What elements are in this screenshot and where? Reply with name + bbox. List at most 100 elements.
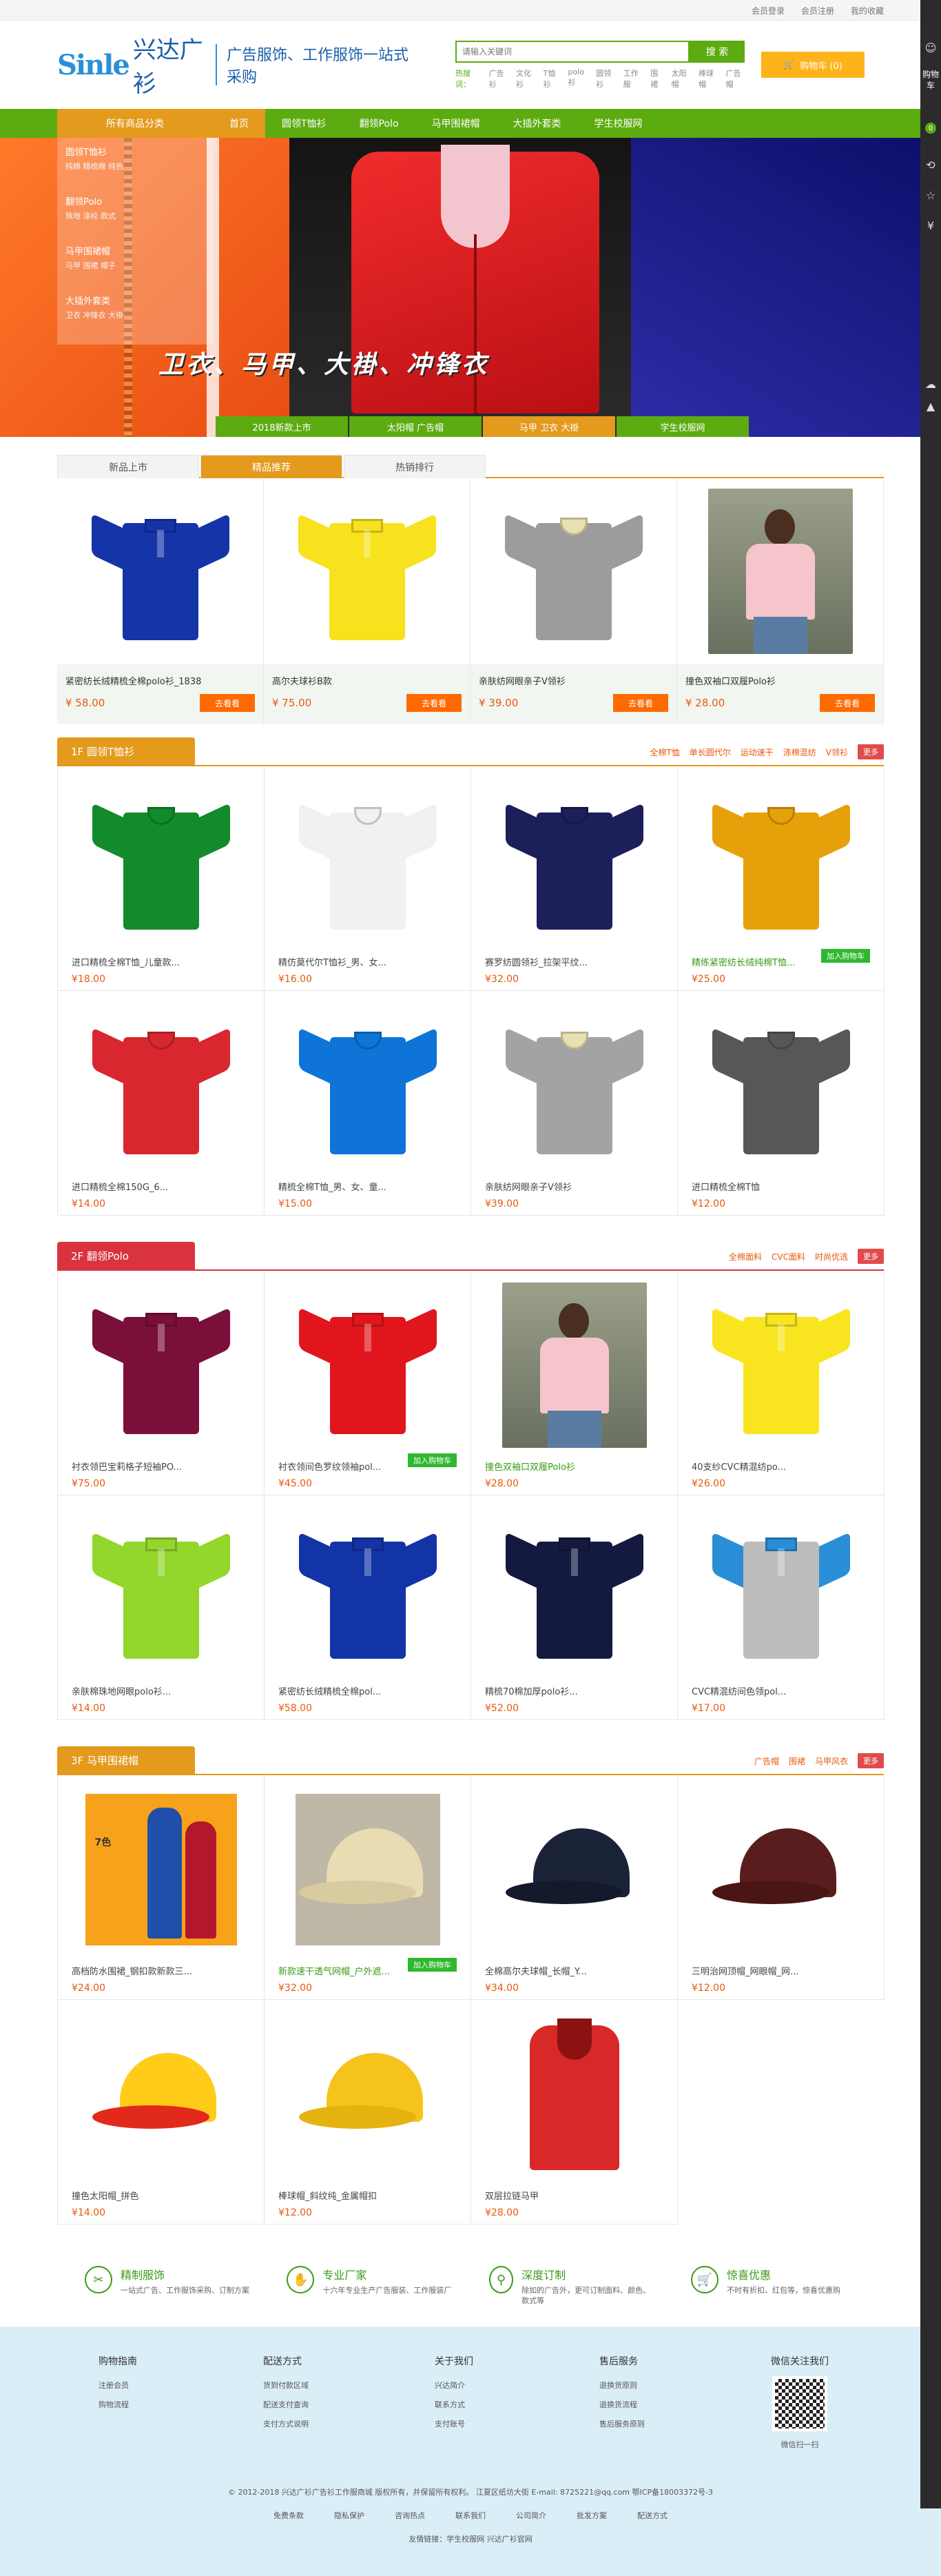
product-card[interactable]: 40支纱CVC精混纺po... ¥26.00 [678, 1271, 885, 1495]
tab-recommended[interactable]: 精品推荐 [200, 455, 342, 478]
floor-link[interactable]: 时尚优选 [815, 1251, 848, 1263]
footer-link[interactable]: 购物流程 [99, 2395, 137, 2415]
bottom-link[interactable]: 联系我们 [455, 2510, 486, 2521]
footer-link[interactable]: 退换货原则 [599, 2376, 645, 2395]
banner-tab[interactable]: 2018新款上市 [216, 416, 348, 437]
category-item[interactable]: 马甲围裙帽 马甲 围裙 帽子 [57, 237, 213, 287]
footer-link[interactable]: 支付账号 [435, 2415, 473, 2434]
bottom-link[interactable]: 批发方案 [577, 2510, 607, 2521]
product-card[interactable]: 精仿莫代尔T恤衫_男、女... ¥16.00 [265, 766, 471, 991]
product-name[interactable]: 三明治网顶帽_网眼帽_网... [692, 1964, 870, 1977]
nav-item-home[interactable]: 首页 [213, 109, 265, 138]
star-icon[interactable]: ☆ [920, 189, 941, 202]
product-name[interactable]: 精梳全棉T恤_男、女、童... [278, 1180, 457, 1193]
product-card[interactable]: 撞色双袖口双履Polo衫 ¥ 28.00 去看看 [677, 478, 884, 724]
product-name[interactable]: 40支纱CVC精混纺po... [692, 1460, 870, 1473]
hero-banner[interactable]: 卫衣、马甲、大褂、冲锋衣 圆领T恤衫 纯棉 精梳棉 纯色 翻领Polo 珠地 涤纶 … [0, 138, 941, 437]
floor-link[interactable]: 马甲风衣 [815, 1755, 848, 1767]
view-button[interactable]: 去看看 [613, 694, 668, 712]
product-card[interactable]: 撞色双袖口双履Polo衫 ¥28.00 [471, 1271, 678, 1495]
product-card[interactable]: 精练紧密纺长绒纯棉T恤... ¥25.00 加入购物车 [678, 766, 885, 991]
product-card[interactable]: 衬衣领间色罗纹领袖pol... ¥45.00 加入购物车 [265, 1271, 471, 1495]
hot-word[interactable]: 工作服 [623, 68, 642, 90]
product-name[interactable]: 进口精梳全棉T恤 [692, 1180, 870, 1193]
hot-word[interactable]: 广告衫 [489, 68, 508, 90]
product-card[interactable]: 紧密纺长绒精梳全棉pol... ¥58.00 [265, 1495, 471, 1720]
product-card[interactable]: 精梳70棉加厚polo衫... ¥52.00 [471, 1495, 678, 1720]
cart-button[interactable]: 🛒 购物车 (0) [761, 52, 865, 78]
product-card[interactable]: 进口精梳全棉T恤 ¥12.00 [678, 991, 885, 1216]
hot-word[interactable]: T恤衫 [544, 68, 560, 90]
bottom-link[interactable]: 免费条款 [273, 2510, 304, 2521]
product-card[interactable]: 双层拉链马甲 ¥28.00 [471, 2000, 678, 2225]
more-button[interactable]: 更多 [858, 744, 884, 759]
hot-word[interactable]: 太阳帽 [672, 68, 690, 90]
footer-link[interactable]: 售后服务原则 [599, 2415, 645, 2434]
floor-title[interactable]: 1F 圆领T恤衫 [57, 737, 195, 765]
product-name[interactable]: 棒球帽_斜纹纯_金属帽扣 [278, 2189, 457, 2202]
search-button[interactable]: 搜 索 [690, 40, 745, 63]
category-item[interactable]: 翻领Polo 珠地 涤纶 款式 [57, 187, 213, 237]
product-name[interactable]: CVC精混纺间色领pol... [692, 1684, 870, 1697]
bottom-link[interactable]: 公司简介 [516, 2510, 546, 2521]
product-card[interactable]: 进口精梳全棉150G_6... ¥14.00 [58, 991, 265, 1216]
bottom-link[interactable]: 咨询热点 [395, 2510, 425, 2521]
footer-link[interactable]: 支付方式说明 [263, 2415, 309, 2434]
product-card[interactable]: 亲肤纺网眼亲子V领衫 ¥39.00 [471, 991, 678, 1216]
register-link[interactable]: 会员注册 [801, 5, 834, 17]
product-name[interactable]: 亲肤纺网眼亲子V领衫 [479, 674, 668, 687]
view-button[interactable]: 去看看 [200, 694, 255, 712]
view-button[interactable]: 去看看 [820, 694, 875, 712]
product-name[interactable]: 全棉高尔夫球帽_长帽_Y... [485, 1964, 663, 1977]
product-card[interactable]: 精梳全棉T恤_男、女、童... ¥15.00 [265, 991, 471, 1216]
product-card[interactable]: 进口精梳全棉T恤_儿童款... ¥18.00 [58, 766, 265, 991]
login-link[interactable]: 会员登录 [752, 5, 785, 17]
back-to-top-icon[interactable]: ▲ [920, 400, 941, 413]
nav-item-jacket[interactable]: 大插外套类 [497, 109, 578, 138]
product-name[interactable]: 精仿莫代尔T恤衫_男、女... [278, 955, 457, 968]
product-card[interactable]: 棒球帽_斜纹纯_金属帽扣 ¥12.00 [265, 2000, 471, 2225]
nav-item-school[interactable]: 学生校服网 [578, 109, 659, 138]
service-icon[interactable]: ☁ [920, 378, 941, 391]
tab-hot[interactable]: 热销排行 [344, 455, 486, 478]
product-name[interactable]: 紧密纺长绒精梳全棉pol... [278, 1684, 457, 1697]
floor-title[interactable]: 3F 马甲围裙帽 [57, 1746, 195, 1774]
footer-link[interactable]: 配送支付查询 [263, 2395, 309, 2415]
footer-link[interactable]: 货到付款区域 [263, 2376, 309, 2395]
hot-word[interactable]: 文化衫 [516, 68, 535, 90]
product-name[interactable]: 高尔夫球衫B款 [272, 674, 462, 687]
product-card[interactable]: 全棉高尔夫球帽_长帽_Y... ¥34.00 [471, 1775, 678, 2000]
floor-link[interactable]: 单长圆代尔 [690, 746, 731, 758]
banner-tab[interactable]: 学生校服网 [617, 416, 749, 437]
nav-item-vest[interactable]: 马甲围裙帽 [415, 109, 497, 138]
banner-tab[interactable]: 太阳帽 广告帽 [349, 416, 482, 437]
product-card[interactable]: 赛罗纺圆领衫_拉架平纹... ¥32.00 [471, 766, 678, 991]
bottom-link[interactable]: 配送方式 [637, 2510, 668, 2521]
coin-icon[interactable]: ¥ [920, 219, 941, 232]
product-card[interactable]: 衬衣领巴宝莉格子短袖PO... ¥75.00 [58, 1271, 265, 1495]
product-card[interactable]: 三明治网顶帽_网眼帽_网... ¥12.00 [678, 1775, 885, 2000]
product-name[interactable]: 紧密纺长绒精梳全棉polo衫_1838 [65, 674, 255, 687]
product-name[interactable]: 进口精梳全棉T恤_儿童款... [72, 955, 250, 968]
hot-word[interactable]: polo衫 [568, 68, 588, 90]
product-name[interactable]: 撞色双袖口双履Polo衫 [685, 674, 875, 687]
footer-link[interactable]: 联系方式 [435, 2395, 473, 2415]
add-to-cart-button[interactable]: 加入购物车 [821, 949, 870, 963]
product-card[interactable]: 紧密纺长绒精梳全棉polo衫_1838 ¥ 58.00 去看看 [57, 478, 264, 724]
hot-word[interactable]: 棒球帽 [699, 68, 717, 90]
product-name[interactable]: 衬衣领巴宝莉格子短袖PO... [72, 1460, 250, 1473]
view-button[interactable]: 去看看 [406, 694, 462, 712]
more-button[interactable]: 更多 [858, 1753, 884, 1768]
search-input[interactable] [455, 40, 690, 63]
add-to-cart-button[interactable]: 加入购物车 [408, 1958, 457, 1972]
history-icon[interactable]: ⟲ [920, 159, 941, 172]
banner-tab-active[interactable]: 马甲 卫衣 大褂 [483, 416, 615, 437]
floor-link[interactable]: 运动速干 [741, 746, 774, 758]
product-card[interactable]: CVC精混纺间色领pol... ¥17.00 [678, 1495, 885, 1720]
bottom-link[interactable]: 隐私保护 [334, 2510, 364, 2521]
footer-link[interactable]: 兴达简介 [435, 2376, 473, 2395]
nav-item-tshirt[interactable]: 圆领T恤衫 [265, 109, 343, 138]
add-to-cart-button[interactable]: 加入购物车 [408, 1453, 457, 1467]
product-card[interactable]: 亲肤纺网眼亲子V领衫 ¥ 39.00 去看看 [470, 478, 677, 724]
product-name[interactable]: 双层拉链马甲 [485, 2189, 663, 2202]
